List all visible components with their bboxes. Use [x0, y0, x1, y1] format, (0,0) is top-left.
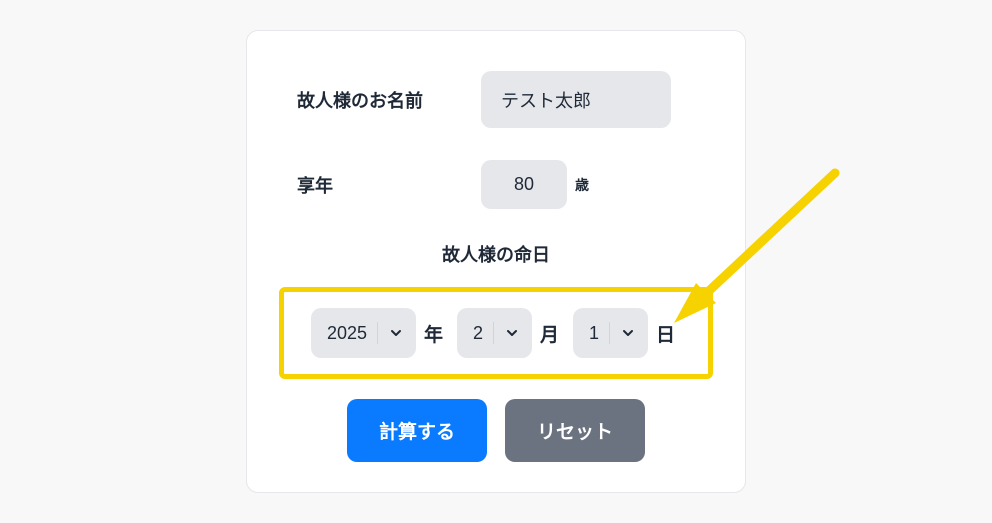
name-input[interactable] — [481, 71, 671, 128]
reset-button[interactable]: リセット — [505, 399, 645, 462]
day-suffix: 日 — [656, 320, 675, 347]
name-row: 故人様のお名前 — [297, 71, 695, 128]
chevron-down-icon — [504, 325, 520, 341]
age-suffix: 歳 — [575, 175, 589, 195]
chevron-down-icon — [388, 325, 404, 341]
select-divider — [493, 322, 494, 344]
select-divider — [377, 322, 378, 344]
age-label: 享年 — [297, 172, 457, 198]
day-value: 1 — [589, 323, 599, 344]
date-highlight-box: 2025 年 2 月 1 日 — [279, 287, 713, 379]
year-select[interactable]: 2025 — [311, 308, 416, 358]
age-row: 享年 歳 — [297, 160, 695, 209]
select-divider — [609, 322, 610, 344]
year-value: 2025 — [327, 323, 367, 344]
calculate-button[interactable]: 計算する — [347, 399, 487, 462]
form-panel: 故人様のお名前 享年 歳 故人様の命日 2025 年 2 — [246, 30, 746, 493]
month-suffix: 月 — [540, 320, 559, 347]
year-suffix: 年 — [424, 320, 443, 347]
date-section-label: 故人様の命日 — [297, 241, 695, 267]
month-value: 2 — [473, 323, 483, 344]
age-wrap: 歳 — [481, 160, 589, 209]
age-input[interactable] — [481, 160, 567, 209]
button-row: 計算する リセット — [297, 399, 695, 462]
chevron-down-icon — [620, 325, 636, 341]
day-select[interactable]: 1 — [573, 308, 648, 358]
name-label: 故人様のお名前 — [297, 87, 457, 113]
month-select[interactable]: 2 — [457, 308, 532, 358]
date-section: 故人様の命日 2025 年 2 月 1 — [297, 241, 695, 462]
